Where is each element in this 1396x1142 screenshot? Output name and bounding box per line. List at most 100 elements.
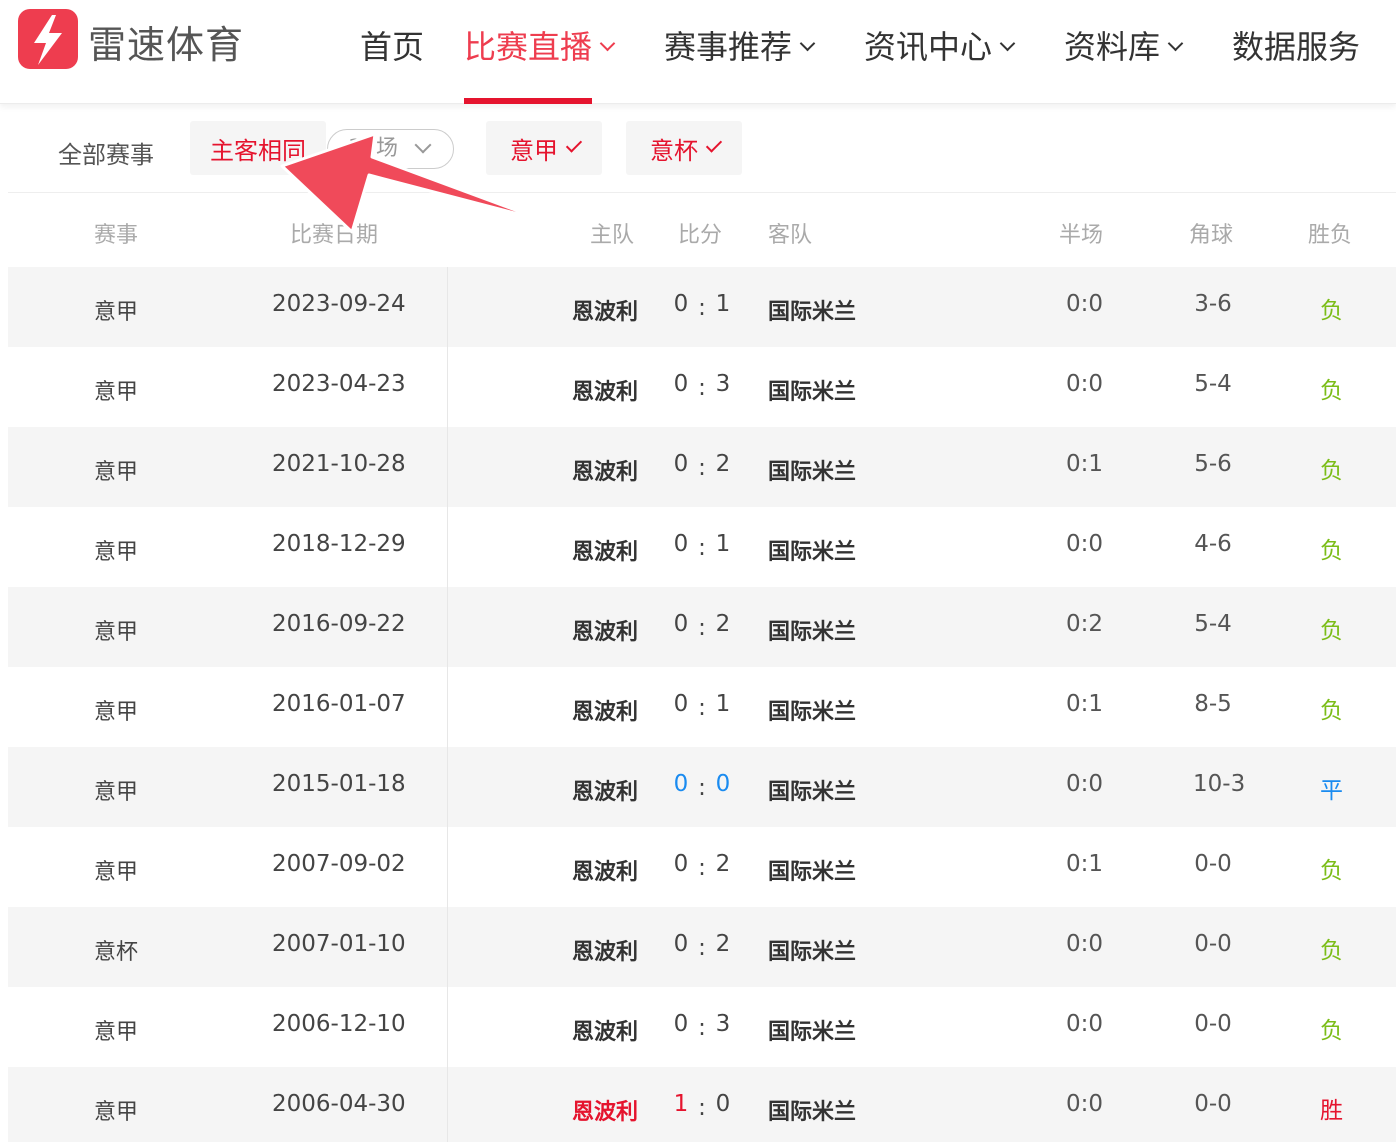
cell-score[interactable]: 0:3 xyxy=(672,371,732,401)
cell-away-team[interactable]: 国际米兰 xyxy=(768,1014,856,1046)
cell-away-team[interactable]: 国际米兰 xyxy=(768,774,856,806)
column-divider xyxy=(447,1067,448,1142)
score-separator: : xyxy=(698,775,706,801)
nav-item-home[interactable]: 首页 xyxy=(360,22,424,104)
home-goals: 1 xyxy=(673,1091,689,1117)
cell-league[interactable]: 意甲 xyxy=(94,294,138,326)
cell-home-team[interactable]: 恩波利 xyxy=(572,774,638,806)
table-row[interactable]: 意甲 2023-09-24 恩波利 0:1 国际米兰 0:0 3-6 负 xyxy=(8,267,1396,347)
cell-away-team[interactable]: 国际米兰 xyxy=(768,854,856,886)
nav-item-recommend[interactable]: 赛事推荐 xyxy=(664,22,816,104)
cell-home-team[interactable]: 恩波利 xyxy=(572,614,638,646)
header-date: 比赛日期 xyxy=(290,223,379,248)
cell-home-team[interactable]: 恩波利 xyxy=(572,454,638,486)
league-tag-label: 意杯 xyxy=(650,136,698,165)
cell-league[interactable]: 意甲 xyxy=(94,374,138,406)
cell-league[interactable]: 意甲 xyxy=(94,854,138,886)
table-row[interactable]: 意杯 2007-01-10 恩波利 0:2 国际米兰 0:0 0-0 负 xyxy=(8,907,1396,987)
cell-date: 2006-04-30 xyxy=(272,1091,406,1117)
cell-score[interactable]: 0:1 xyxy=(672,691,732,721)
nav-item-database[interactable]: 资料库 xyxy=(1064,22,1184,104)
cell-score[interactable]: 0:2 xyxy=(672,451,732,481)
score-separator: : xyxy=(698,935,706,961)
cell-away-team[interactable]: 国际米兰 xyxy=(768,294,856,326)
league-tag-coppa[interactable]: 意杯 xyxy=(626,121,742,175)
column-divider xyxy=(447,347,448,427)
cell-league[interactable]: 意甲 xyxy=(94,774,138,806)
header-corner: 角球 xyxy=(1189,223,1234,248)
same-home-away-button[interactable]: 主客相同 xyxy=(190,121,326,175)
table-row[interactable]: 意甲 2016-01-07 恩波利 0:1 国际米兰 0:1 8-5 负 xyxy=(8,667,1396,747)
cell-league[interactable]: 意甲 xyxy=(94,614,138,646)
cell-away-team[interactable]: 国际米兰 xyxy=(768,614,856,646)
cell-away-team[interactable]: 国际米兰 xyxy=(768,1094,856,1126)
nav-item-data-service[interactable]: 数据服务 xyxy=(1232,22,1360,104)
logo-icon[interactable] xyxy=(18,9,78,69)
score-separator: : xyxy=(698,1015,706,1041)
cell-score[interactable]: 0:2 xyxy=(672,931,732,961)
column-divider xyxy=(447,427,448,507)
score-separator: : xyxy=(698,695,706,721)
cell-league[interactable]: 意甲 xyxy=(94,1094,138,1126)
chevron-down-icon xyxy=(599,35,616,52)
cell-home-team[interactable]: 恩波利 xyxy=(572,1094,638,1126)
table-row[interactable]: 意甲 2007-09-02 恩波利 0:2 国际米兰 0:1 0-0 负 xyxy=(8,827,1396,907)
table-row[interactable]: 意甲 2006-04-30 恩波利 1:0 国际米兰 0:0 0-0 胜 xyxy=(8,1067,1396,1142)
cell-score[interactable]: 0:2 xyxy=(672,851,732,881)
cell-home-team[interactable]: 恩波利 xyxy=(572,694,638,726)
cell-home-team[interactable]: 恩波利 xyxy=(572,934,638,966)
cell-home-team[interactable]: 恩波利 xyxy=(572,534,638,566)
cell-league[interactable]: 意甲 xyxy=(94,694,138,726)
table-row[interactable]: 意甲 2021-10-28 恩波利 0:2 国际米兰 0:1 5-6 负 xyxy=(8,427,1396,507)
cell-score[interactable]: 1:0 xyxy=(672,1091,732,1121)
cell-score[interactable]: 0:3 xyxy=(672,1011,732,1041)
header-home: 主队 xyxy=(590,223,635,248)
column-divider xyxy=(447,507,448,587)
column-divider xyxy=(447,907,448,987)
cell-home-team[interactable]: 恩波利 xyxy=(572,294,638,326)
cell-score[interactable]: 0:1 xyxy=(672,291,732,321)
table-row[interactable]: 意甲 2023-04-23 恩波利 0:3 国际米兰 0:0 5-4 负 xyxy=(8,347,1396,427)
cell-date: 2023-04-23 xyxy=(272,371,406,397)
cell-result: 负 xyxy=(1320,538,1343,564)
table-row[interactable]: 意甲 2016-09-22 恩波利 0:2 国际米兰 0:2 5-4 负 xyxy=(8,587,1396,667)
cell-away-team[interactable]: 国际米兰 xyxy=(768,534,856,566)
cell-league[interactable]: 意甲 xyxy=(94,534,138,566)
chevron-down-icon xyxy=(999,35,1016,52)
nav-item-news[interactable]: 资讯中心 xyxy=(864,22,1016,104)
table-row[interactable]: 意甲 2006-12-10 恩波利 0:3 国际米兰 0:0 0-0 负 xyxy=(8,987,1396,1067)
cell-date: 2018-12-29 xyxy=(272,531,406,557)
away-goals: 1 xyxy=(715,691,731,717)
table-row[interactable]: 意甲 2018-12-29 恩波利 0:1 国际米兰 0:0 4-6 负 xyxy=(8,507,1396,587)
cell-corners: 0-0 xyxy=(1194,1091,1232,1117)
nav-item-label: 赛事推荐 xyxy=(664,28,793,66)
home-goals: 0 xyxy=(673,1011,689,1037)
cell-league[interactable]: 意甲 xyxy=(94,454,138,486)
nav-item-live[interactable]: 比赛直播 xyxy=(464,22,616,104)
filter-all-matches[interactable]: 全部赛事 xyxy=(58,135,154,170)
cell-away-team[interactable]: 国际米兰 xyxy=(768,694,856,726)
cell-score[interactable]: 0:2 xyxy=(672,611,732,641)
cell-league[interactable]: 意杯 xyxy=(94,934,138,966)
cell-away-team[interactable]: 国际米兰 xyxy=(768,454,856,486)
cell-score[interactable]: 0:0 xyxy=(672,771,732,801)
column-divider xyxy=(447,987,448,1067)
cell-score[interactable]: 0:1 xyxy=(672,531,732,561)
cell-date: 2016-01-07 xyxy=(272,691,406,717)
cell-half-time: 0:0 xyxy=(1066,931,1104,957)
league-tag-serie-a[interactable]: 意甲 xyxy=(486,121,602,175)
cell-home-team[interactable]: 恩波利 xyxy=(572,854,638,886)
cell-away-team[interactable]: 国际米兰 xyxy=(768,934,856,966)
chevron-down-icon xyxy=(1167,35,1184,52)
table-row[interactable]: 意甲 2015-01-18 恩波利 0:0 国际米兰 0:0 10-3 平 xyxy=(8,747,1396,827)
match-count-select[interactable]: 15场 xyxy=(327,129,454,169)
logo-text[interactable]: 雷速体育 xyxy=(88,14,244,69)
top-header: 雷速体育 首页 比赛直播 赛事推荐 资讯中心 资料库 数据服务 xyxy=(0,0,1396,104)
cell-league[interactable]: 意甲 xyxy=(94,1014,138,1046)
cell-corners: 0-0 xyxy=(1194,1011,1232,1037)
cell-home-team[interactable]: 恩波利 xyxy=(572,374,638,406)
cell-home-team[interactable]: 恩波利 xyxy=(572,1014,638,1046)
lightning-bolt-icon xyxy=(34,15,62,65)
cell-away-team[interactable]: 国际米兰 xyxy=(768,374,856,406)
cell-corners: 0-0 xyxy=(1194,931,1232,957)
